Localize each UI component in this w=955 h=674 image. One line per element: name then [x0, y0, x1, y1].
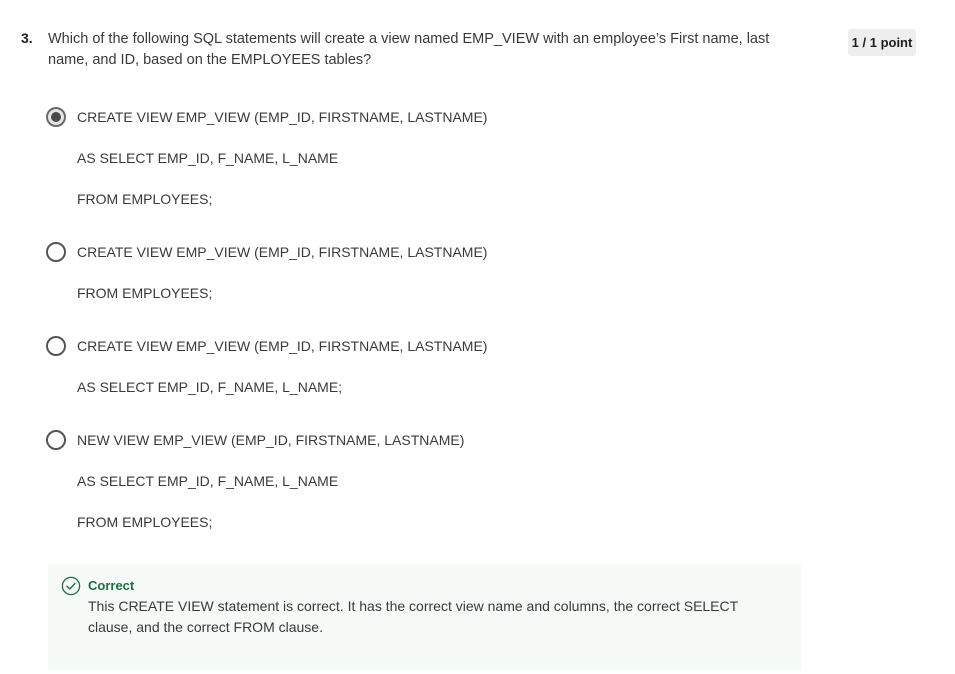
option-line: FROM EMPLOYEES; — [77, 285, 213, 301]
answer-option-1[interactable]: CREATE VIEW EMP_VIEW (EMP_ID, FIRSTNAME,… — [46, 105, 806, 211]
answer-option-4[interactable]: NEW VIEW EMP_VIEW (EMP_ID, FIRSTNAME, LA… — [46, 428, 806, 534]
points-badge: 1 / 1 point — [848, 29, 916, 56]
check-circle-icon — [61, 576, 81, 596]
option-line: FROM EMPLOYEES; — [77, 191, 213, 207]
question-number: 3. — [21, 30, 33, 46]
radio-button[interactable] — [46, 242, 66, 262]
feedback-panel: Correct This CREATE VIEW statement is co… — [48, 564, 801, 670]
feedback-title: Correct — [88, 578, 135, 593]
option-line: CREATE VIEW EMP_VIEW (EMP_ID, FIRSTNAME,… — [77, 244, 488, 260]
radio-button-selected[interactable] — [46, 107, 66, 127]
option-line: AS SELECT EMP_ID, F_NAME, L_NAME — [77, 473, 339, 489]
option-line: AS SELECT EMP_ID, F_NAME, L_NAME — [77, 150, 339, 166]
answer-option-3[interactable]: CREATE VIEW EMP_VIEW (EMP_ID, FIRSTNAME,… — [46, 334, 806, 399]
option-line: NEW VIEW EMP_VIEW (EMP_ID, FIRSTNAME, LA… — [77, 432, 465, 448]
answer-option-2[interactable]: CREATE VIEW EMP_VIEW (EMP_ID, FIRSTNAME,… — [46, 240, 806, 305]
option-line: AS SELECT EMP_ID, F_NAME, L_NAME; — [77, 379, 343, 395]
radio-button[interactable] — [46, 336, 66, 356]
option-line: CREATE VIEW EMP_VIEW (EMP_ID, FIRSTNAME,… — [77, 338, 488, 354]
option-line: FROM EMPLOYEES; — [77, 514, 213, 530]
feedback-body: This CREATE VIEW statement is correct. I… — [88, 598, 738, 635]
question-text: Which of the following SQL statements wi… — [48, 31, 770, 68]
quiz-question-page: 3. Which of the following SQL statements… — [0, 0, 955, 674]
radio-button[interactable] — [46, 430, 66, 450]
option-line: CREATE VIEW EMP_VIEW (EMP_ID, FIRSTNAME,… — [77, 109, 488, 125]
